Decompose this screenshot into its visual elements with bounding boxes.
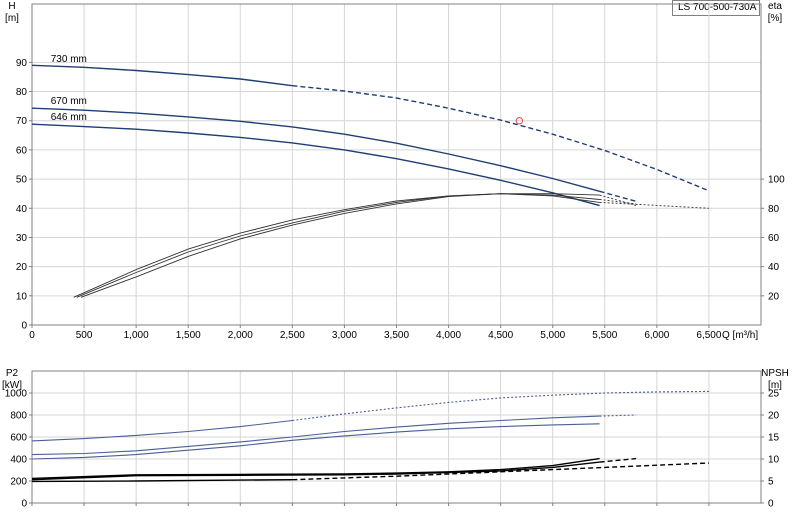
head-panel-ytick-right-label: 80: [768, 204, 780, 215]
head-panel-ytick-left-label: 0: [21, 321, 27, 332]
head-panel-xtick-label: 5,500: [592, 330, 617, 341]
power-panel-ytick-left-label: 800: [10, 411, 27, 422]
power-panel-ytick-right-label: 10: [768, 455, 780, 466]
head-panel-ytick-left-label: 70: [16, 116, 28, 127]
head-panel-ytick-left-label: 20: [16, 262, 28, 273]
head-panel-ytick-right-label: 40: [768, 262, 780, 273]
power-panel-p2-curve-2: [31, 423, 600, 460]
head-panel-ytick-left-label: 60: [16, 145, 28, 156]
head-panel-xtick-label: 500: [76, 330, 93, 341]
head-panel-xtick-label: 4,000: [436, 330, 461, 341]
head-panel-ytick-right-label: 100: [768, 175, 785, 186]
power-panel-ytick-right-label: 5: [768, 477, 774, 488]
power-panel-ytick-right-label: 15: [768, 433, 780, 444]
power-panel-yleft-unit: [kW]: [2, 380, 22, 391]
head-panel-eta-curve-4: [76, 193, 600, 298]
impeller-diameter-label: 670 mm: [51, 96, 87, 107]
head-panel-xtick-label: 4,500: [488, 330, 513, 341]
head-panel-ytick-right-label: 20: [768, 291, 780, 302]
impeller-diameter-label: 646 mm: [51, 112, 87, 123]
power-panel-p2-curve-1: [31, 415, 600, 456]
power-panel-npsh-curve-4: [31, 461, 600, 481]
head-panel-xaxis-label: Q [m³/h]: [722, 330, 758, 341]
head-panel-ytick-left-label: 30: [16, 233, 28, 244]
head-panel-ytick-left-label: 90: [16, 58, 28, 69]
impeller-diameter-label: 730 mm: [51, 54, 87, 65]
power-panel-ytick-right-label: 0: [768, 499, 774, 510]
head-panel-eta-curve-3: [73, 193, 600, 298]
head-panel-yleft-unit: [m]: [5, 13, 19, 24]
power-panel-ytick-left-label: 600: [10, 433, 27, 444]
head-panel-xtick-label: 2,000: [228, 330, 253, 341]
head-panel-yright-unit: [%]: [768, 13, 783, 24]
power-panel-ytick-left-label: 200: [10, 477, 27, 488]
power-panel-ytick-right-label: 20: [768, 411, 780, 422]
pump-performance-chart: LS 700-500-730A 0 10 20 30 40 50 60 70 80 90 20 40 6…: [0, 0, 800, 520]
head-panel-ytick-left-label: 80: [16, 87, 28, 98]
power-panel-p2-curve-0: [31, 419, 293, 442]
head-panel-yright-title: eta: [768, 1, 782, 12]
power-panel-ytick-left-label: 0: [21, 499, 27, 510]
head-panel-xtick-label: 3,000: [332, 330, 357, 341]
head-panel-ytick-left-label: 50: [16, 175, 28, 186]
head-panel-xtick-label: 1,000: [124, 330, 149, 341]
head-panel-xtick-label: 3,500: [384, 330, 409, 341]
head-panel-head-curve-0: [31, 64, 293, 87]
head-panel-yleft-title: H: [8, 1, 15, 12]
power-panel-yleft-title: P2: [6, 368, 19, 379]
head-panel-xtick-label: 2,500: [280, 330, 305, 341]
head-panel-xtick-label: 0: [29, 330, 35, 341]
curve-svg: 010203040506070809020406080100H[m]eta[%]…: [2, 1, 789, 510]
power-panel-ytick-left-label: 400: [10, 455, 27, 466]
head-panel-xtick-label: 1,500: [176, 330, 201, 341]
head-panel-eta-curve-dashed-3: [599, 201, 709, 209]
head-panel-xtick-label: 6,000: [644, 330, 669, 341]
head-panel-ytick-left-label: 10: [16, 291, 28, 302]
head-panel-ytick-right-label: 60: [768, 233, 780, 244]
head-panel-eta-curve-5: [80, 193, 600, 298]
head-panel-xtick-label: 6,500: [696, 330, 721, 341]
power-panel-yright-title: NPSH: [761, 368, 789, 379]
power-panel-yright-unit: [m]: [768, 380, 782, 391]
head-panel-xtick-label: 5,000: [540, 330, 565, 341]
head-panel-ytick-left-label: 40: [16, 204, 28, 215]
